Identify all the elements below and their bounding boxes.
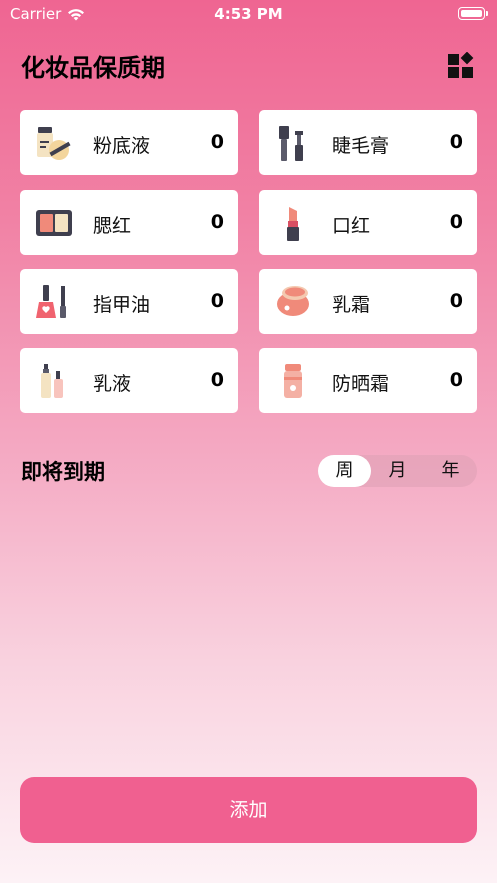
category-card-cream[interactable]: 乳霜 0 — [259, 269, 477, 334]
category-label: 腮红 — [93, 215, 132, 237]
category-card-nail-polish[interactable]: 指甲油 0 — [20, 269, 238, 334]
category-label: 粉底液 — [93, 135, 151, 157]
section-title-expiring: 即将到期 — [21, 460, 105, 484]
status-bar: Carrier 4:53 PM — [0, 0, 497, 28]
nail-polish-icon — [36, 285, 66, 318]
cream-jar-icon — [277, 286, 309, 316]
category-count: 0 — [449, 211, 463, 233]
category-count: 0 — [210, 290, 224, 312]
category-card-lipstick[interactable]: 口红 0 — [259, 190, 477, 255]
page-title: 化妆品保质期 — [21, 54, 165, 82]
foundation-icon — [37, 127, 71, 160]
category-card-foundation[interactable]: 粉底液 0 — [20, 110, 238, 175]
lipstick-icon — [287, 207, 299, 241]
category-label: 指甲油 — [93, 294, 151, 316]
category-count: 0 — [449, 290, 463, 312]
category-card-sunscreen[interactable]: 防晒霜 0 — [259, 348, 477, 413]
grid-view-button[interactable] — [446, 51, 476, 80]
grid-icon — [448, 51, 474, 78]
category-card-lotion[interactable]: 乳液 0 — [20, 348, 238, 413]
sunscreen-icon — [284, 364, 302, 398]
segment-week[interactable]: 周 — [318, 455, 371, 487]
blush-icon — [36, 210, 72, 236]
category-label: 睫毛膏 — [332, 135, 390, 157]
category-label: 防晒霜 — [332, 373, 390, 395]
segment-month[interactable]: 月 — [371, 455, 424, 487]
category-label: 乳霜 — [332, 294, 371, 316]
battery-icon — [458, 7, 488, 20]
category-count: 0 — [210, 369, 224, 391]
period-segmented-control: 周 月 年 — [318, 455, 477, 487]
category-count: 0 — [449, 131, 463, 153]
category-label: 口红 — [332, 215, 371, 237]
clock: 4:53 PM — [214, 5, 283, 23]
category-count: 0 — [210, 211, 224, 233]
category-count: 0 — [449, 369, 463, 391]
category-count: 0 — [210, 131, 224, 153]
category-card-blush[interactable]: 腮红 0 — [20, 190, 238, 255]
category-card-mascara[interactable]: 睫毛膏 0 — [259, 110, 477, 175]
lotion-bottles-icon — [41, 364, 63, 398]
category-label: 乳液 — [93, 373, 132, 395]
segment-year[interactable]: 年 — [424, 455, 477, 487]
add-button[interactable]: 添加 — [20, 777, 477, 843]
mascara-icon — [279, 126, 303, 161]
